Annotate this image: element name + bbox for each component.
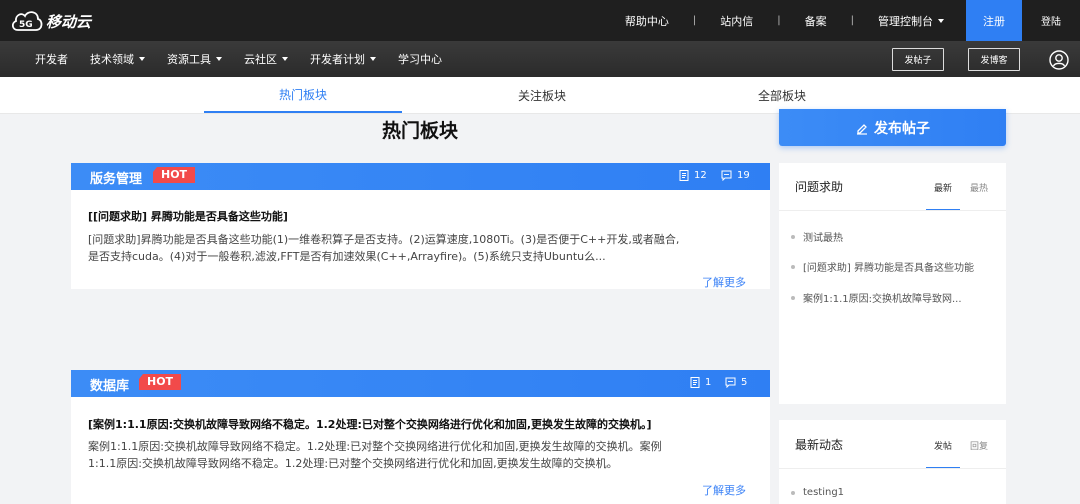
nav-label: 学习中心: [398, 53, 442, 66]
nav-label: 资源工具: [167, 53, 211, 66]
post-excerpt: 案例1:1.1原因:交换机故障导致网络不稳定。1.2处理:已对整个交换网络进行优…: [88, 440, 662, 470]
top-nav: 帮助中心 | 站内信 | 备案 | 管理控制台 注册 登陆: [615, 0, 1080, 41]
console-menu[interactable]: 管理控制台: [868, 13, 954, 29]
list-item[interactable]: testing1: [791, 487, 844, 498]
board-name: 数据库: [90, 379, 130, 394]
comment-icon: [721, 170, 732, 181]
list-item[interactable]: 测试最热: [791, 229, 843, 244]
tab-replies[interactable]: 回复: [970, 439, 988, 469]
register-button[interactable]: 注册: [966, 0, 1022, 41]
bullet-icon: [791, 264, 795, 269]
bullet-icon: [791, 490, 795, 495]
nav-tech-domains[interactable]: 技术领域: [90, 51, 145, 67]
document-icon: [690, 377, 700, 388]
list-item-label: testing1: [803, 487, 845, 498]
tab-hot-boards[interactable]: 热门板块: [204, 77, 402, 113]
blog-button[interactable]: 发博客: [968, 48, 1020, 71]
bullet-icon: [791, 295, 795, 300]
divider: [779, 210, 1006, 211]
publish-post-label: 发布帖子: [874, 120, 930, 137]
comment-count: 5: [725, 377, 747, 388]
chevron-down-icon: [216, 57, 222, 61]
divider: [779, 468, 1006, 469]
nav-separator: |: [850, 15, 854, 26]
panel-title: 最新动态: [795, 438, 844, 452]
edit-icon: [857, 123, 867, 135]
publish-post-button[interactable]: 发布帖子: [779, 109, 1006, 146]
cloud-logo-icon: 5G: [11, 11, 43, 31]
nav-label: 云社区: [244, 53, 277, 66]
learn-more-link[interactable]: 了解更多: [702, 482, 746, 498]
user-avatar-icon[interactable]: [1049, 50, 1069, 70]
tab-followed-boards[interactable]: 关注板块: [443, 77, 641, 113]
hot-badge: HOT: [153, 167, 196, 183]
nav-developer[interactable]: 开发者: [35, 51, 68, 67]
page-title: 热门板块: [381, 120, 458, 142]
logo-text: 移动云: [46, 12, 92, 31]
chevron-down-icon: [139, 57, 145, 61]
help-center-link[interactable]: 帮助中心: [615, 13, 679, 29]
list-item[interactable]: 案例1:1.1原因:交换机故障导致网...: [791, 290, 962, 305]
post-button[interactable]: 发帖子: [892, 48, 944, 71]
post-excerpt: [问题求助]昇腾功能是否具备这些功能(1)一维卷积算子是否支持。(2)运算速度,…: [88, 233, 680, 263]
board-card: [[问题求助] 昇腾功能是否具备这些功能] [问题求助]昇腾功能是否具备这些功能…: [71, 190, 770, 289]
brand-logo[interactable]: 5G 移动云: [10, 6, 91, 36]
login-link[interactable]: 登陆: [1022, 13, 1080, 28]
learn-more-link[interactable]: 了解更多: [702, 274, 746, 290]
logo-badge: 5G: [19, 20, 33, 30]
list-item[interactable]: [问题求助] 昇腾功能是否具备这些功能: [791, 259, 974, 274]
console-label: 管理控制台: [878, 14, 933, 28]
board-name: 版务管理: [90, 172, 143, 187]
comment-count-value: 19: [737, 170, 750, 181]
list-item-label: 案例1:1.1原因:交换机故障导致网...: [803, 294, 962, 305]
board-header[interactable]: 数据库 HOT 1 5: [71, 370, 770, 397]
comment-icon: [725, 377, 736, 388]
help-panel: 问题求助 最新 最热 测试最热 [问题求助] 昇腾功能是否具备这些功能 案例1:…: [779, 163, 1006, 404]
post-title[interactable]: [案例1:1.1原因:交换机故障导致网络不稳定。1.2处理:已对整个交换网络进行…: [88, 416, 698, 432]
document-icon: [679, 170, 689, 181]
chevron-down-icon: [370, 57, 376, 61]
top-bar: 5G 移动云 帮助中心 | 站内信 | 备案 | 管理控制台 注册 登陆: [0, 0, 1080, 41]
hot-badge: HOT: [139, 374, 182, 390]
post-count: 1: [690, 377, 711, 388]
chevron-down-icon: [938, 18, 944, 23]
nav-separator: |: [692, 15, 697, 26]
nav-label: 技术领域: [90, 53, 134, 66]
tab-latest[interactable]: 最新: [926, 181, 961, 211]
chevron-down-icon: [282, 57, 288, 61]
nav-separator: |: [777, 15, 781, 26]
tab-hottest[interactable]: 最热: [970, 181, 988, 211]
post-count: 12: [679, 170, 707, 181]
messages-link[interactable]: 站内信: [710, 13, 763, 29]
post-count-value: 1: [705, 377, 712, 388]
board-card: [案例1:1.1原因:交换机故障导致网络不稳定。1.2处理:已对整个交换网络进行…: [71, 397, 770, 504]
panel-title: 问题求助: [795, 180, 844, 194]
nav-developer-program[interactable]: 开发者计划: [310, 51, 376, 67]
board-header[interactable]: 版务管理 HOT 12 19: [71, 163, 770, 190]
post-count-value: 12: [694, 170, 707, 181]
comment-count-value: 5: [741, 377, 748, 388]
post-title[interactable]: [[问题求助] 昇腾功能是否具备这些功能]: [88, 208, 288, 224]
tab-posts[interactable]: 发帖: [926, 439, 961, 469]
comment-count: 19: [721, 170, 750, 181]
nav-label: 开发者: [35, 53, 68, 66]
news-panel: 最新动态 发帖 回复 testing1: [779, 420, 1006, 504]
nav-community[interactable]: 云社区: [244, 51, 288, 67]
bullet-icon: [791, 234, 795, 239]
nav-label: 开发者计划: [310, 53, 365, 66]
list-item-label: [问题求助] 昇腾功能是否具备这些功能: [803, 263, 974, 274]
nav-learning-center[interactable]: 学习中心: [398, 51, 442, 67]
tab-all-boards[interactable]: 全部板块: [683, 77, 881, 113]
filing-link[interactable]: 备案: [795, 13, 837, 29]
nav-resources[interactable]: 资源工具: [167, 51, 222, 67]
list-item-label: 测试最热: [803, 233, 843, 244]
